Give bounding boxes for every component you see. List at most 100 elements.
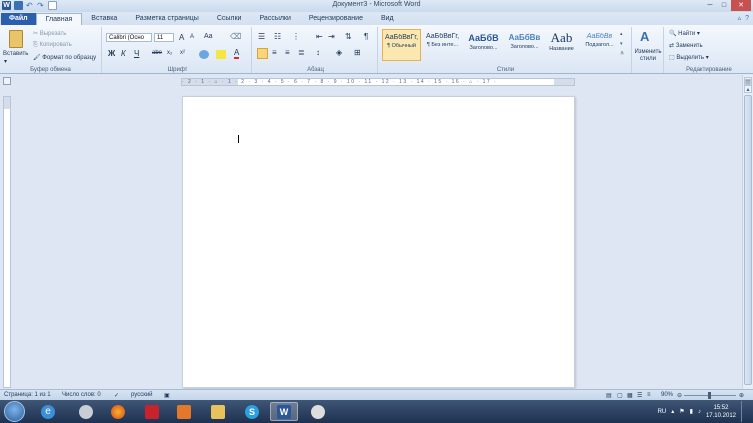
text-effects-icon[interactable]	[199, 50, 209, 59]
paste-dropdown-icon[interactable]: ▾	[4, 58, 7, 65]
show-desktop-button[interactable]	[741, 401, 749, 422]
multilevel-list-icon[interactable]: ⋮	[292, 32, 300, 41]
font-size-combo[interactable]: 11	[154, 33, 174, 42]
line-spacing-icon[interactable]: ↕	[316, 48, 320, 57]
web-layout-view-icon[interactable]: ▦	[627, 392, 633, 399]
grow-font-button[interactable]: A	[179, 33, 184, 42]
paste-icon[interactable]	[9, 30, 23, 48]
full-screen-view-icon[interactable]: ▢	[617, 392, 623, 399]
paste-button[interactable]: Вставить	[3, 51, 28, 57]
draft-view-icon[interactable]: ≡	[647, 392, 651, 398]
numbering-icon[interactable]: ☷	[274, 32, 281, 41]
tab-insert[interactable]: Вставка	[82, 13, 126, 25]
change-styles-icon[interactable]: A	[640, 29, 649, 44]
taskbar-media[interactable]	[304, 402, 332, 421]
align-left-icon[interactable]	[257, 48, 268, 59]
taskbar-acrobat[interactable]	[138, 402, 166, 421]
italic-button[interactable]: К	[121, 49, 126, 58]
cut-button[interactable]: ✂ Вырезать	[33, 30, 66, 37]
taskbar-folder[interactable]	[204, 402, 232, 421]
volume-icon[interactable]: ♪	[698, 409, 701, 415]
tab-file[interactable]: Файл	[1, 13, 36, 25]
show-marks-button[interactable]: ¶	[364, 32, 368, 41]
tab-selector-icon[interactable]	[3, 77, 11, 85]
taskbar-media-player[interactable]	[170, 402, 198, 421]
styles-scroll-up-icon[interactable]: ▴	[620, 31, 623, 37]
tab-mailings[interactable]: Рассылки	[250, 13, 299, 25]
style-subtitle[interactable]: АаБбВв Подзагол...	[580, 29, 619, 61]
style-heading-2[interactable]: АаБбВв Заголово...	[505, 29, 544, 61]
tab-references[interactable]: Ссылки	[208, 13, 251, 25]
change-styles-button[interactable]: Изменить стили	[633, 49, 663, 63]
word-count[interactable]: Число слов: 0	[62, 392, 101, 398]
language-indicator[interactable]: русский	[131, 392, 153, 398]
align-right-icon[interactable]: ≡	[285, 48, 290, 57]
bold-button[interactable]: Ж	[108, 49, 115, 58]
zoom-out-button[interactable]: ⊖	[677, 392, 682, 399]
subscript-button[interactable]: x₂	[167, 50, 172, 56]
change-case-button[interactable]: Aa	[204, 33, 213, 40]
style-title[interactable]: Aab Название	[542, 29, 581, 61]
document-page[interactable]	[182, 96, 575, 388]
replace-button[interactable]: ⇄ Заменить	[669, 42, 703, 49]
tab-review[interactable]: Рецензирование	[300, 13, 372, 25]
shading-icon[interactable]: ◈	[336, 48, 342, 57]
style-no-spacing[interactable]: АаБбВвГг, ¶ Без инте...	[423, 29, 462, 61]
help-icon[interactable]: ?	[745, 13, 749, 25]
styles-more-icon[interactable]: ≚	[620, 51, 624, 57]
superscript-button[interactable]: x²	[180, 50, 185, 56]
format-painter-button[interactable]: 🖌 Формат по образцу	[33, 54, 96, 61]
flag-icon[interactable]: ⚑	[679, 408, 684, 415]
underline-button[interactable]: Ч	[134, 49, 139, 58]
font-color-button[interactable]: A	[234, 48, 240, 59]
macro-icon[interactable]: ▣	[164, 392, 170, 399]
language-bar[interactable]: RU	[658, 409, 667, 415]
scroll-up-button[interactable]: ▴	[744, 85, 752, 93]
proofing-icon[interactable]: ✓	[114, 392, 119, 399]
bullets-icon[interactable]: ☰	[258, 32, 265, 41]
print-layout-view-icon[interactable]: ▤	[606, 392, 612, 399]
close-button[interactable]: ✕	[731, 0, 751, 11]
highlight-icon[interactable]	[216, 50, 226, 59]
copy-button[interactable]: ⎘ Копировать	[33, 42, 72, 49]
zoom-level[interactable]: 90%	[661, 392, 673, 398]
styles-scroll-down-icon[interactable]: ▾	[620, 41, 623, 47]
start-button[interactable]	[4, 401, 25, 422]
align-center-icon[interactable]: ≡	[272, 48, 277, 57]
zoom-slider-thumb[interactable]	[708, 392, 711, 399]
ruler-toggle-icon[interactable]: ▤	[744, 77, 752, 85]
style-normal[interactable]: АаБбВвГг, ¶ Обычный	[382, 29, 421, 61]
tab-view[interactable]: Вид	[372, 13, 403, 25]
clock[interactable]: 15:52 17.10.2012	[706, 404, 736, 420]
borders-icon[interactable]: ⊞	[354, 48, 361, 57]
taskbar-skype[interactable]: S	[238, 402, 266, 421]
minimize-button[interactable]: ─	[703, 0, 717, 11]
minimize-ribbon-icon[interactable]: ▵	[738, 13, 742, 25]
find-button[interactable]: 🔍 Найти ▾	[669, 30, 700, 37]
taskbar-ie[interactable]: e	[34, 402, 62, 421]
decrease-indent-icon[interactable]: ⇤	[316, 32, 323, 41]
justify-icon[interactable]: ≣	[298, 48, 305, 57]
clear-format-icon[interactable]: ⌫	[230, 32, 241, 41]
vertical-scrollbar[interactable]: ▤ ▴	[742, 75, 753, 389]
zoom-in-button[interactable]: ⊕	[739, 392, 744, 399]
taskbar-explorer[interactable]	[72, 402, 100, 421]
taskbar-word[interactable]: W	[270, 402, 298, 421]
page-count[interactable]: Страница: 1 из 1	[4, 392, 51, 398]
outline-view-icon[interactable]: ☰	[637, 392, 642, 399]
style-heading-1[interactable]: АаБбВ Заголово...	[464, 29, 503, 61]
increase-indent-icon[interactable]: ⇥	[328, 32, 335, 41]
sort-icon[interactable]: ⇅	[345, 32, 352, 41]
shrink-font-button[interactable]: A	[190, 34, 194, 40]
scroll-thumb[interactable]	[744, 95, 752, 385]
tab-page-layout[interactable]: Разметка страницы	[126, 13, 208, 25]
taskbar-firefox[interactable]	[104, 402, 132, 421]
tab-home[interactable]: Главная	[35, 13, 83, 25]
vertical-ruler[interactable]	[3, 96, 11, 388]
network-icon[interactable]: ▮	[690, 408, 693, 415]
horizontal-ruler[interactable]: · 2 · 1 · ⌂ · 1 · 2 · 3 · 4 · 5 · 6 · 7 …	[181, 78, 575, 86]
font-name-combo[interactable]: Calibri (Осно	[106, 33, 152, 42]
select-button[interactable]: ⬚ Выделить ▾	[669, 54, 709, 61]
strikethrough-button[interactable]: abe	[152, 50, 162, 56]
tray-expand-icon[interactable]: ▴	[671, 408, 674, 415]
